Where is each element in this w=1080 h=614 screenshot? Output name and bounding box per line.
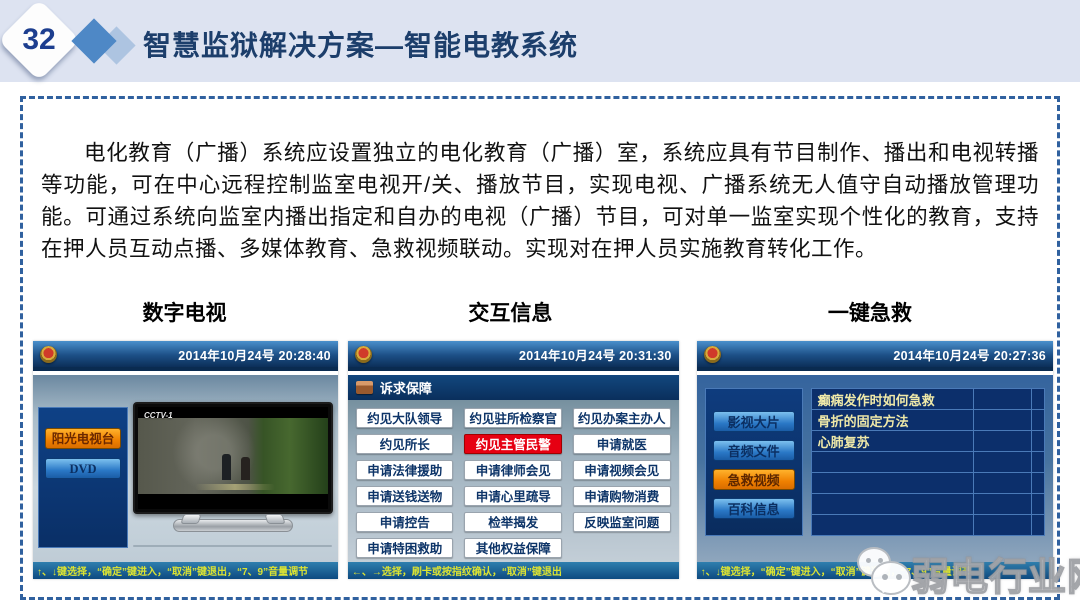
menu-item-meet-team-leader[interactable]: 约见大队领导	[356, 408, 454, 428]
menu-item-legal-aid[interactable]: 申请法律援助	[356, 460, 454, 480]
emergency-video-list: 癫痫发作时如何急救 骨折的固定方法 心肺复苏	[811, 388, 1045, 536]
list-cell	[1031, 410, 1044, 430]
video-title-cpr: 心肺复苏	[812, 431, 973, 451]
tv-subtitle	[195, 484, 275, 490]
dvd-button[interactable]: DVD	[45, 458, 121, 479]
menu-item-complaint[interactable]: 申请控告	[356, 512, 454, 532]
sidebar-item-movies[interactable]: 影视大片	[713, 411, 795, 432]
menu-item-psych-counseling[interactable]: 申请心里疏导	[464, 486, 562, 506]
list-item-empty	[812, 452, 1044, 473]
police-badge-icon	[704, 346, 721, 363]
police-badge-icon	[355, 346, 372, 363]
tv-person-figure	[222, 454, 231, 480]
cctv-channel-logo: CCTV-1	[144, 411, 173, 420]
menu-item-meet-warden[interactable]: 约见所长	[356, 434, 454, 454]
list-cell	[973, 410, 1031, 430]
interactive-body: 约见大队领导 约见驻所检察官 约见办案主办人 约见所长 约见主管民警 申请就医 …	[348, 400, 679, 562]
list-cell	[1031, 389, 1044, 409]
tv-set: CCTV-1	[133, 402, 333, 514]
menu-item-report-expose[interactable]: 检举揭发	[464, 512, 562, 532]
emergency-status-bar: 2014年10月24号 20:27:36	[697, 341, 1053, 371]
page-number-diamond: 32	[0, 0, 80, 81]
list-item[interactable]: 癫痫发作时如何急救	[812, 389, 1044, 410]
label-one-key-emergency: 一键急救	[693, 297, 1047, 327]
site-watermark: 弱电行业网	[855, 538, 1070, 608]
tv-datetime: 2014年10月24号 20:28:40	[178, 345, 331, 364]
list-item[interactable]: 心肺复苏	[812, 431, 1044, 452]
video-title-epilepsy: 癫痫发作时如何急救	[812, 389, 973, 409]
tv-status-bar: 2014年10月24号 20:28:40	[33, 341, 338, 371]
wechat-icon	[855, 545, 911, 601]
video-title-fracture: 骨折的固定方法	[812, 410, 973, 430]
shelf-divider	[133, 545, 332, 547]
tv-person-figure	[241, 457, 250, 480]
list-cell	[1031, 431, 1044, 451]
appeal-menu-header: 诉求保障	[348, 375, 679, 400]
tv-hint-bar: ↑、↓键选择，“确定”键进入，“取消”键退出，“7、9”音量调节	[33, 562, 338, 579]
menu-item-shopping[interactable]: 申请购物消费	[573, 486, 671, 506]
emergency-datetime: 2014年10月24号 20:27:36	[893, 345, 1046, 364]
sidebar-item-encyclopedia[interactable]: 百科信息	[713, 498, 795, 519]
watermark-text: 弱电行业网	[911, 546, 1080, 601]
list-cell	[973, 389, 1031, 409]
menu-item-send-money-goods[interactable]: 申请送钱送物	[356, 486, 454, 506]
list-item-empty	[812, 494, 1044, 515]
page-title: 智慧监狱解决方案—智能电教系统	[143, 24, 578, 64]
slide-header-band: 32 智慧监狱解决方案—智能电教系统	[0, 0, 1080, 82]
menu-item-cell-issues[interactable]: 反映监室问题	[573, 512, 671, 532]
menu-item-other-rights[interactable]: 其他权益保障	[464, 538, 562, 558]
emergency-sidebar: 影视大片 音频文件 急救视频 百科信息	[705, 388, 803, 536]
appeal-icon	[356, 381, 373, 394]
menu-item-lawyer-meeting[interactable]: 申请律师会见	[464, 460, 562, 480]
page-number: 32	[10, 11, 68, 69]
menu-item-apply-medical[interactable]: 申请就医	[573, 434, 671, 454]
interactive-hint-bar: ←、→选择，刷卡或按指纹确认，“取消”键退出	[348, 562, 679, 579]
sidebar-item-emergency-videos-active[interactable]: 急救视频	[713, 469, 795, 490]
panel-digital-tv: 2014年10月24号 20:28:40 阳光电视台 DVD CCTV-1	[33, 341, 338, 579]
tv-program-scene	[138, 418, 328, 493]
content-card: 电化教育（广播）系统应设置独立的电化教育（广播）室，系统应具有节目制作、播出和电…	[20, 96, 1060, 600]
tv-stand	[173, 519, 293, 532]
panel-interactive-info: 2014年10月24号 20:31:30 诉求保障 约见大队领导 约见驻所检察官…	[348, 341, 679, 579]
appeal-menu-title: 诉求保障	[380, 378, 432, 397]
menu-item-hardship-aid[interactable]: 申请特困救助	[356, 538, 454, 558]
list-item-empty	[812, 473, 1044, 494]
tv-screen: CCTV-1	[138, 407, 328, 509]
list-item[interactable]: 骨折的固定方法	[812, 410, 1044, 431]
interactive-datetime: 2014年10月24号 20:31:30	[519, 345, 672, 364]
sidebar-item-audio-files[interactable]: 音频文件	[713, 440, 795, 461]
section-labels: 数字电视 交互信息 一键急救	[23, 297, 1057, 327]
menu-item-meet-duty-police-active[interactable]: 约见主管民警	[464, 434, 562, 454]
menu-item-meet-prosecutor[interactable]: 约见驻所检察官	[464, 408, 562, 428]
interactive-status-bar: 2014年10月24号 20:31:30	[348, 341, 679, 371]
label-digital-tv: 数字电视	[33, 297, 336, 327]
menu-item-meet-case-officer[interactable]: 约见办案主办人	[573, 408, 671, 428]
police-badge-icon	[40, 346, 57, 363]
list-item-empty	[812, 515, 1044, 535]
intro-paragraph: 电化教育（广播）系统应设置独立的电化教育（广播）室，系统应具有节目制作、播出和电…	[41, 137, 1039, 265]
label-interactive-info: 交互信息	[346, 297, 675, 327]
sunshine-tv-button[interactable]: 阳光电视台	[45, 428, 121, 449]
emergency-body: 影视大片 音频文件 急救视频 百科信息 癫痫发作时如何急救 骨折的固定方法	[697, 375, 1053, 562]
appeal-button-grid: 约见大队领导 约见驻所检察官 约见办案主办人 约见所长 约见主管民警 申请就医 …	[356, 408, 671, 558]
list-cell	[973, 431, 1031, 451]
tv-body: 阳光电视台 DVD CCTV-1	[33, 375, 338, 562]
tv-sidebar: 阳光电视台 DVD	[38, 407, 128, 548]
menu-item-video-meeting[interactable]: 申请视频会见	[573, 460, 671, 480]
